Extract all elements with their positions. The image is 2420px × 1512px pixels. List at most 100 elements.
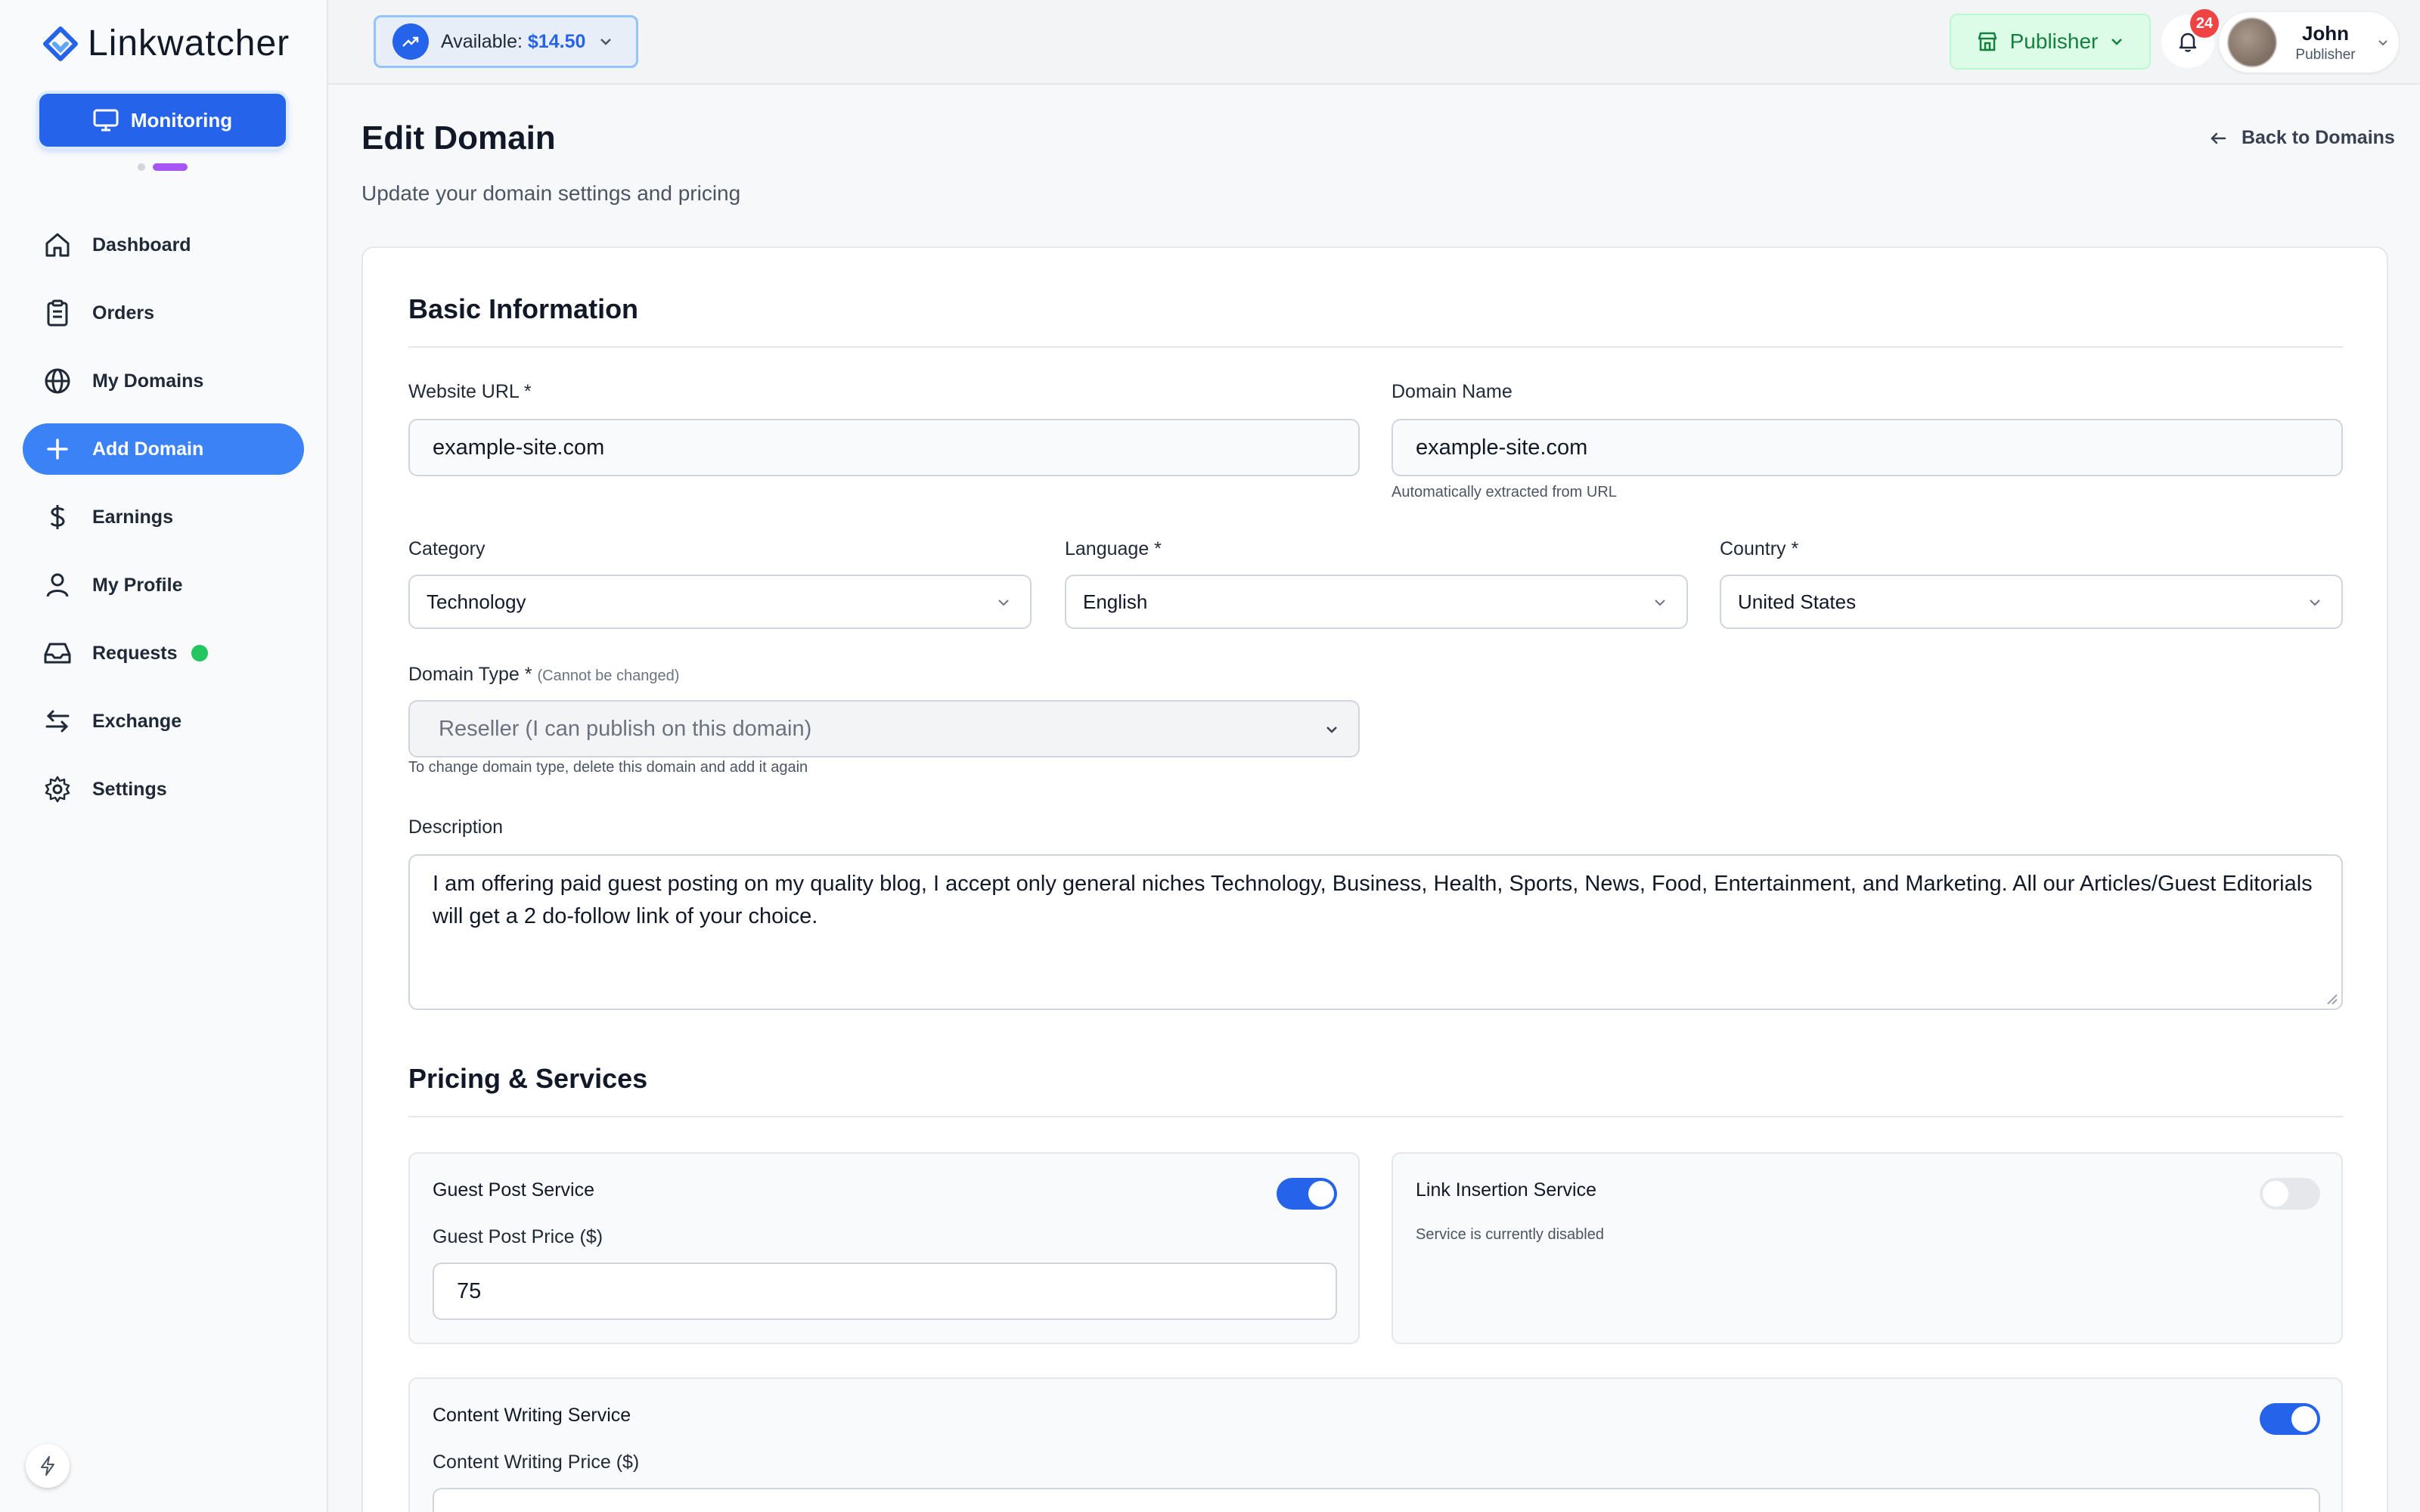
indicator-dot-active[interactable]: [153, 163, 188, 171]
available-amount: $14.50: [527, 30, 586, 52]
trending-up-icon: [392, 23, 429, 60]
app-name: Linkwatcher: [88, 23, 290, 64]
link-insertion-status: Service is currently disabled: [1416, 1226, 1604, 1243]
content-writing-toggle[interactable]: [2260, 1403, 2320, 1435]
chevron-down-icon: [2310, 600, 2320, 606]
sidebar-item-label: Earnings: [92, 506, 173, 528]
indicator-dot[interactable]: [138, 163, 145, 171]
description-text: I am offering paid guest posting on my q…: [433, 872, 2313, 928]
category-value: Technology: [427, 590, 526, 613]
content-writing-price-input[interactable]: [433, 1488, 2320, 1512]
country-select[interactable]: United States: [1720, 575, 2343, 629]
resize-handle-icon[interactable]: [2325, 992, 2338, 1005]
category-label: Category: [408, 538, 486, 559]
domain-name-input[interactable]: example-site.com: [1392, 419, 2343, 476]
dollar-icon: [50, 505, 65, 529]
domain-type-label: Domain Type * (Cannot be changed): [408, 664, 680, 685]
page-title: Edit Domain: [361, 119, 556, 156]
sidebar-item-label: Orders: [92, 302, 154, 324]
domain-type-value: Reseller (I can publish on this domain): [439, 716, 812, 741]
sidebar-item-orders[interactable]: Orders: [23, 287, 304, 339]
inbox-icon: [44, 643, 71, 664]
user-menu[interactable]: John Publisher: [2219, 12, 2399, 73]
gear-icon: [45, 776, 70, 803]
quick-action-button[interactable]: [26, 1444, 70, 1488]
plus-icon: [47, 438, 68, 460]
content-writing-title: Content Writing Service: [433, 1405, 631, 1426]
user-role: Publisher: [2295, 46, 2356, 63]
arrow-left-icon: [2211, 132, 2226, 144]
back-link-label: Back to Domains: [2242, 127, 2395, 148]
sidebar: Linkwatcher Monitoring Dashboard Orders …: [0, 0, 328, 1512]
app-logo[interactable]: Linkwatcher: [42, 23, 290, 64]
website-url-input[interactable]: example-site.com: [408, 419, 1360, 476]
sidebar-item-requests[interactable]: Requests: [23, 627, 304, 679]
link-insertion-service-card: Link Insertion Service Service is curren…: [1392, 1152, 2343, 1344]
language-select[interactable]: English: [1065, 575, 1688, 629]
chevron-down-icon: [600, 39, 612, 45]
exchange-icon: [45, 710, 70, 733]
description-label: Description: [408, 816, 504, 838]
basic-info-title: Basic Information: [408, 293, 639, 324]
sidebar-item-my-domains[interactable]: My Domains: [23, 355, 304, 407]
role-label: Publisher: [2009, 29, 2099, 53]
domain-type-select: Reseller (I can publish on this domain): [408, 700, 1360, 758]
guest-post-price-input[interactable]: 75: [433, 1263, 1337, 1320]
website-url-label: Website URL *: [408, 381, 532, 402]
sidebar-item-my-profile[interactable]: My Profile: [23, 559, 304, 611]
notification-badge: 24: [2190, 9, 2219, 38]
logo-icon: [43, 26, 78, 61]
back-to-domains-link[interactable]: Back to Domains: [2208, 127, 2395, 149]
sidebar-item-label: Add Domain: [92, 438, 204, 460]
language-value: English: [1083, 590, 1148, 613]
chevron-down-icon: [2111, 39, 2123, 45]
home-icon: [45, 233, 70, 257]
domain-type-note: (Cannot be changed): [537, 668, 680, 684]
content-writing-service-card: Content Writing Service Content Writing …: [408, 1377, 2343, 1512]
chevron-down-icon: [1655, 600, 1665, 606]
sidebar-item-exchange[interactable]: Exchange: [23, 696, 304, 747]
top-header: Available: $14.50 Publisher 24 John Publ…: [328, 0, 2420, 85]
category-select[interactable]: Technology: [408, 575, 1032, 629]
monitor-icon: [93, 109, 119, 132]
sidebar-item-settings[interactable]: Settings: [23, 764, 304, 815]
sidebar-item-label: My Domains: [92, 370, 204, 392]
country-value: United States: [1738, 590, 1857, 613]
requests-status-dot: [191, 645, 208, 662]
chevron-down-icon: [1326, 727, 1337, 733]
pricing-title: Pricing & Services: [408, 1063, 648, 1094]
sidebar-item-earnings[interactable]: Earnings: [23, 491, 304, 543]
link-insertion-toggle[interactable]: [2260, 1178, 2320, 1210]
page-subtitle: Update your domain settings and pricing: [361, 181, 741, 205]
bolt-icon: [41, 1456, 54, 1476]
sidebar-item-add-domain[interactable]: Add Domain: [23, 423, 304, 475]
available-balance-dropdown[interactable]: Available: $14.50: [374, 15, 638, 68]
available-label: Available: $14.50: [441, 30, 586, 52]
guest-post-title: Guest Post Service: [433, 1179, 594, 1201]
domain-name-hint: Automatically extracted from URL: [1392, 484, 1617, 500]
divider: [408, 346, 2343, 348]
avatar: [2228, 18, 2276, 67]
guest-post-toggle[interactable]: [1277, 1178, 1337, 1210]
guest-post-service-card: Guest Post Service Guest Post Price ($) …: [408, 1152, 1360, 1344]
content-writing-price-label: Content Writing Price ($): [433, 1452, 640, 1473]
sidebar-nav: Dashboard Orders My Domains Add Domain E…: [23, 219, 304, 832]
language-label: Language *: [1065, 538, 1162, 559]
domain-name-label: Domain Name: [1392, 381, 1512, 402]
monitoring-button[interactable]: Monitoring: [39, 94, 286, 147]
country-label: Country *: [1720, 538, 1799, 559]
sidebar-item-label: Settings: [92, 778, 167, 800]
user-name: John: [2301, 21, 2350, 45]
sidebar-item-label: Exchange: [92, 710, 182, 732]
carousel-indicator[interactable]: [138, 163, 188, 171]
divider: [408, 1116, 2343, 1117]
store-icon: [1978, 32, 1996, 51]
sidebar-item-dashboard[interactable]: Dashboard: [23, 219, 304, 271]
sidebar-item-label: Requests: [92, 642, 178, 664]
description-textarea[interactable]: I am offering paid guest posting on my q…: [408, 854, 2343, 1010]
sidebar-item-label: My Profile: [92, 574, 183, 596]
guest-post-price-label: Guest Post Price ($): [433, 1226, 603, 1247]
chevron-down-icon: [2370, 29, 2396, 55]
edit-domain-form: Basic Information Website URL * example-…: [361, 246, 2388, 1512]
role-switch-button[interactable]: Publisher: [1950, 14, 2151, 70]
